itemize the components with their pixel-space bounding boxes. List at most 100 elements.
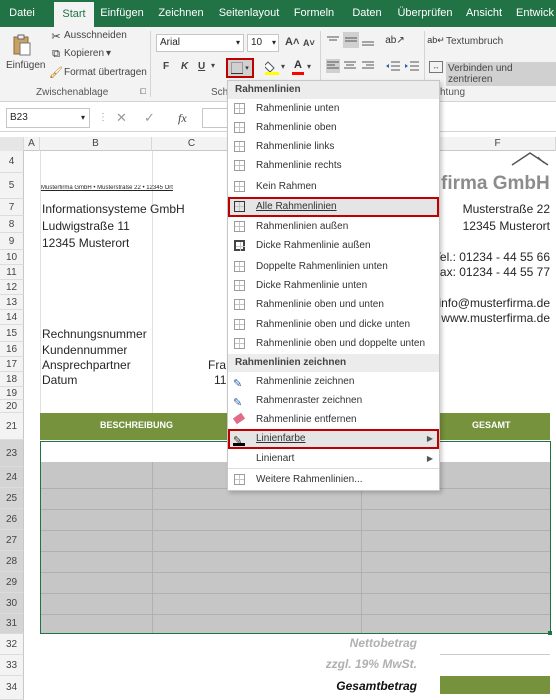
column-header-a[interactable]: A: [24, 137, 40, 151]
row-header[interactable]: 19: [0, 387, 24, 400]
copy-dropdown-icon[interactable]: ▾: [106, 48, 111, 59]
decrease-indent-icon[interactable]: [385, 59, 401, 73]
row-header[interactable]: 30: [0, 593, 24, 614]
paste-button[interactable]: Einfügen: [6, 60, 45, 71]
menu-thick-bottom-border[interactable]: Dicke Rahmenlinie unten: [228, 276, 439, 295]
tab-ueberpruefen[interactable]: Überprüfen: [396, 0, 454, 27]
font-size-combo[interactable]: 10 ▾: [247, 34, 279, 52]
font-name-combo[interactable]: Arial ▾: [156, 34, 244, 52]
menu-border-top[interactable]: Rahmenlinie oben: [228, 118, 439, 137]
tab-seitenlayout[interactable]: Seitenlayout: [214, 0, 284, 27]
row-header[interactable]: 26: [0, 509, 24, 530]
tab-start[interactable]: Start: [54, 2, 94, 27]
row-header[interactable]: 32: [0, 634, 24, 655]
align-top-icon[interactable]: [326, 35, 340, 47]
row-header[interactable]: 12: [0, 280, 24, 295]
align-left-icon[interactable]: [326, 59, 340, 73]
row-header[interactable]: 21: [0, 413, 24, 440]
font-color-dropdown-icon[interactable]: ▾: [307, 62, 311, 71]
row-header[interactable]: 20: [0, 400, 24, 413]
row-header[interactable]: 5: [0, 173, 24, 199]
bold-button[interactable]: F: [163, 61, 169, 72]
menu-no-border[interactable]: Kein Rahmen: [228, 177, 439, 196]
row-header[interactable]: 13: [0, 295, 24, 310]
underline-button[interactable]: U: [198, 61, 205, 72]
cancel-icon[interactable]: ✕: [116, 110, 127, 126]
row-header[interactable]: 10: [0, 250, 24, 265]
row-header[interactable]: 34: [0, 676, 24, 700]
tab-ansicht[interactable]: Ansicht: [462, 0, 506, 27]
row-header[interactable]: 24: [0, 467, 24, 488]
cut-button[interactable]: Ausschneiden: [64, 30, 127, 41]
menu-more-borders[interactable]: Weitere Rahmenlinien...: [228, 470, 439, 489]
menu-outside-borders[interactable]: Rahmenlinien außen: [228, 217, 439, 236]
paste-icon[interactable]: [10, 33, 32, 57]
tab-formeln[interactable]: Formeln: [290, 0, 338, 27]
underline-dropdown-icon[interactable]: ▾: [211, 61, 215, 70]
formula-input[interactable]: [202, 108, 228, 128]
orientation-icon[interactable]: ab↗: [385, 33, 405, 47]
increase-indent-icon[interactable]: [404, 59, 420, 73]
shrink-font-icon[interactable]: A˅: [303, 38, 315, 48]
italic-button[interactable]: K: [181, 61, 188, 72]
menu-top-and-bottom-border[interactable]: Rahmenlinie oben und unten: [228, 295, 439, 314]
copy-button[interactable]: Kopieren: [64, 48, 104, 59]
align-bottom-icon[interactable]: [361, 35, 375, 47]
row-header[interactable]: 31: [0, 614, 24, 634]
column-header-f[interactable]: F: [440, 137, 556, 151]
row-header[interactable]: 8: [0, 216, 24, 233]
row-header[interactable]: 9: [0, 233, 24, 250]
fill-color-dropdown-icon[interactable]: ▾: [281, 62, 285, 71]
clipboard-launcher-icon[interactable]: ⧠: [140, 87, 146, 97]
grow-font-icon[interactable]: A˄: [285, 36, 299, 48]
align-center-icon[interactable]: [343, 59, 357, 73]
menu-top-and-thick-bottom-border[interactable]: Rahmenlinie oben und dicke unten: [228, 315, 439, 334]
menu-erase-border[interactable]: Rahmenlinie entfernen: [228, 410, 439, 429]
menu-line-style[interactable]: Linienart ▶: [228, 449, 439, 468]
row-header[interactable]: 29: [0, 572, 24, 593]
menu-thick-outside-borders[interactable]: Dicke Rahmenlinie außen: [228, 236, 439, 255]
row-header[interactable]: 17: [0, 357, 24, 372]
menu-line-color[interactable]: ✎ Linienfarbe ▶: [228, 429, 439, 449]
tab-zeichnen[interactable]: Zeichnen: [156, 0, 206, 27]
total-amount-cell[interactable]: [440, 676, 550, 694]
menu-border-bottom[interactable]: Rahmenlinie unten: [228, 99, 439, 118]
row-header[interactable]: 14: [0, 310, 24, 325]
row-header[interactable]: 15: [0, 325, 24, 342]
tab-einfuegen[interactable]: Einfügen: [98, 0, 146, 27]
row-header[interactable]: 23: [0, 440, 24, 467]
row-header[interactable]: 25: [0, 488, 24, 509]
row-header[interactable]: 7: [0, 199, 24, 216]
column-header-b[interactable]: B: [40, 137, 152, 151]
menu-border-left[interactable]: Rahmenlinie links: [228, 137, 439, 156]
menu-draw-border-grid[interactable]: ✎ Rahmenraster zeichnen: [228, 391, 439, 410]
row-header[interactable]: 4: [0, 151, 24, 173]
fill-handle[interactable]: [548, 631, 552, 635]
row-header[interactable]: 33: [0, 655, 24, 676]
tab-entwicklertools[interactable]: Entwick: [510, 0, 556, 27]
align-middle-icon[interactable]: [343, 32, 359, 48]
select-all-corner[interactable]: [0, 137, 24, 151]
row-header[interactable]: 18: [0, 372, 24, 387]
row-header[interactable]: 28: [0, 551, 24, 572]
menu-all-borders[interactable]: Alle Rahmenlinien: [228, 197, 439, 217]
row-header[interactable]: 11: [0, 265, 24, 280]
tab-datei[interactable]: Datei: [0, 0, 44, 27]
format-painter-button[interactable]: Format übertragen: [64, 67, 147, 78]
formula-bar-menu-icon[interactable]: ⋮: [98, 112, 108, 123]
fill-color-icon[interactable]: [265, 59, 279, 75]
menu-top-and-double-bottom-border[interactable]: Rahmenlinie oben und doppelte unten: [228, 334, 439, 353]
menu-border-right[interactable]: Rahmenlinie rechts: [228, 156, 439, 175]
borders-button[interactable]: ▾: [226, 58, 254, 78]
row-header[interactable]: 16: [0, 342, 24, 357]
name-box[interactable]: B23 ▾: [6, 108, 90, 128]
menu-double-bottom-border[interactable]: Doppelte Rahmenlinien unten: [228, 257, 439, 276]
row-header[interactable]: 27: [0, 530, 24, 551]
font-color-icon[interactable]: A: [291, 58, 305, 76]
confirm-icon[interactable]: ✓: [144, 110, 155, 126]
tab-daten[interactable]: Daten: [346, 0, 388, 27]
wrap-text-button[interactable]: Textumbruch: [446, 36, 503, 47]
menu-draw-border[interactable]: ✎ Rahmenlinie zeichnen: [228, 372, 439, 391]
align-right-icon[interactable]: [361, 59, 375, 73]
insert-function-icon[interactable]: fx: [178, 111, 187, 126]
